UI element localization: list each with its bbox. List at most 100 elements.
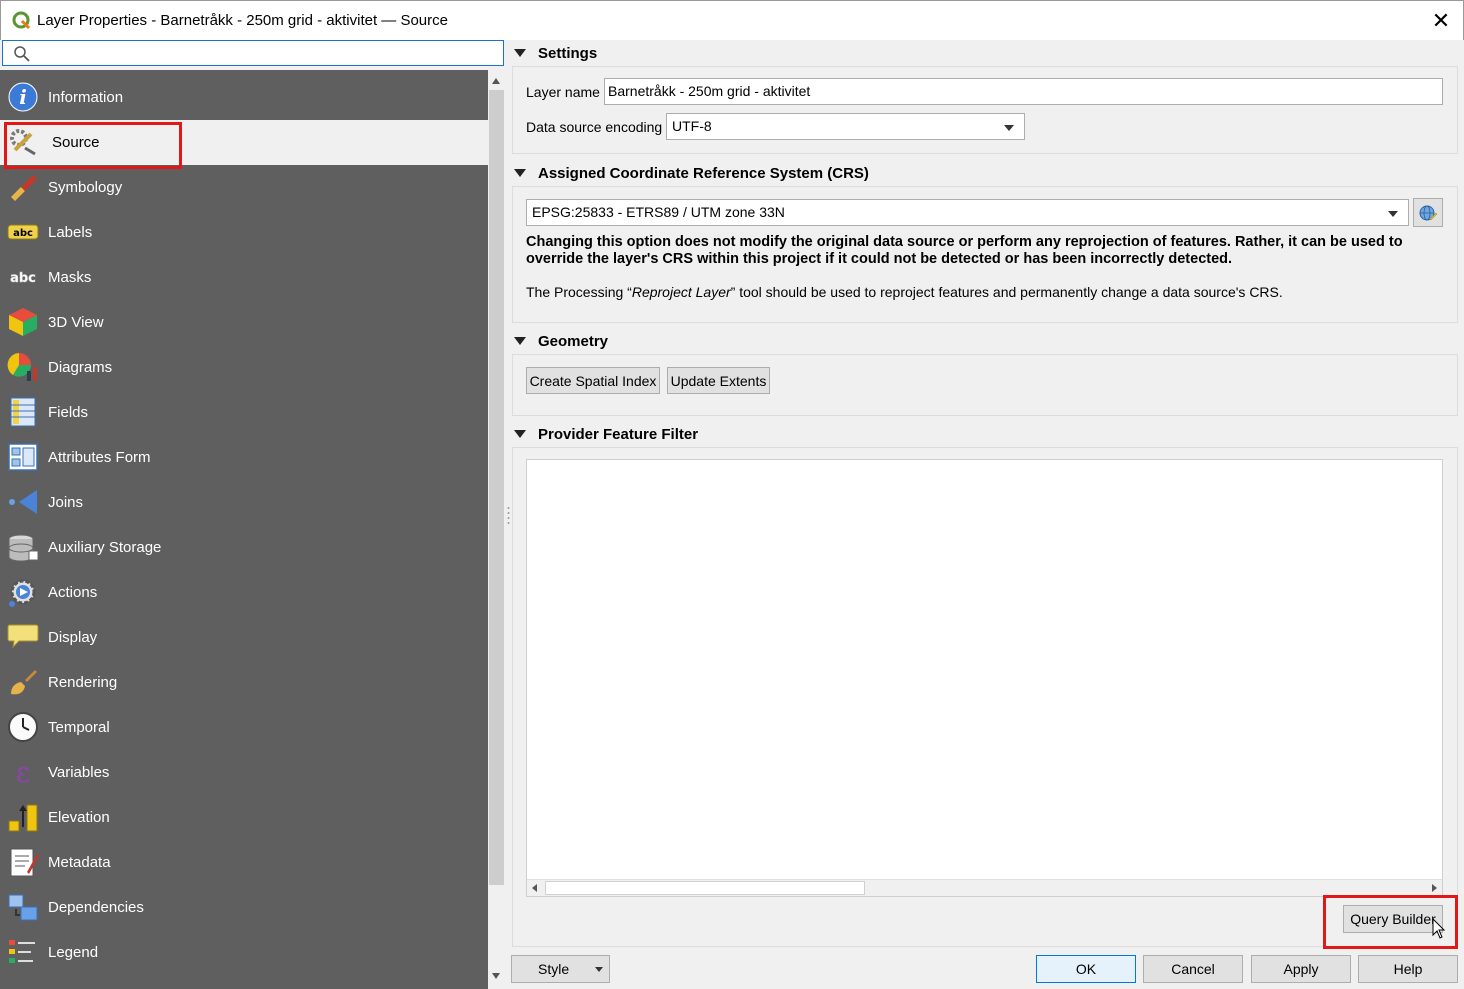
filter-scroll-thumb[interactable] xyxy=(545,881,865,895)
settings-section-header[interactable]: Settings xyxy=(514,42,597,64)
crs-note-italic: Reproject Layer xyxy=(631,284,731,300)
help-button[interactable]: Help xyxy=(1358,955,1458,983)
globe-icon xyxy=(1419,205,1438,220)
query-builder-button[interactable]: Query Builder xyxy=(1343,905,1443,933)
search-icon xyxy=(14,46,30,62)
sidebar-item-temporal[interactable]: Temporal xyxy=(0,705,488,750)
sidebar-item-dependencies[interactable]: Dependencies xyxy=(0,885,488,930)
ok-button[interactable]: OK xyxy=(1036,955,1136,983)
encoding-select[interactable]: UTF-8 xyxy=(666,113,1025,140)
sidebar-item-information[interactable]: i Information xyxy=(0,75,488,120)
actions-gear-icon xyxy=(9,579,36,607)
update-extents-button[interactable]: Update Extents xyxy=(667,367,770,394)
sidebar-item-label: Variables xyxy=(48,764,110,781)
mouse-cursor-icon xyxy=(1432,918,1446,939)
cancel-button[interactable]: Cancel xyxy=(1143,955,1243,983)
collapse-triangle-icon[interactable] xyxy=(514,49,526,57)
svg-text:i: i xyxy=(19,85,27,109)
section-title: Assigned Coordinate Reference System (CR… xyxy=(538,164,869,182)
sidebar-item-masks[interactable]: abc Masks xyxy=(0,255,488,300)
paintbrush-icon xyxy=(11,670,37,695)
sidebar-item-fields[interactable]: Fields xyxy=(0,390,488,435)
sidebar-item-label: Auxiliary Storage xyxy=(48,539,162,556)
sidebar-item-auxiliary-storage[interactable]: Auxiliary Storage xyxy=(0,525,488,570)
crs-selector-button[interactable] xyxy=(1413,198,1443,227)
filter-expression-textarea[interactable] xyxy=(526,459,1443,897)
crs-select[interactable]: EPSG:25833 - ETRS89 / UTM zone 33N xyxy=(526,199,1409,226)
sidebar-item-label: Joins xyxy=(48,494,84,511)
search-input[interactable] xyxy=(35,43,495,63)
sidebar-item-label: Fields xyxy=(48,404,89,421)
qgis-logo-icon xyxy=(12,11,31,30)
sidebar-item-elevation[interactable]: Elevation xyxy=(0,795,488,840)
clock-icon xyxy=(8,712,38,742)
svg-text:ε: ε xyxy=(16,756,31,788)
collapse-triangle-icon[interactable] xyxy=(514,337,526,345)
layer-name-label: Layer name xyxy=(526,84,600,100)
sidebar-item-source[interactable]: Source xyxy=(0,120,488,165)
section-title: Settings xyxy=(538,44,598,62)
sidebar-item-attributes-form[interactable]: Attributes Form xyxy=(0,435,488,480)
scroll-up-icon[interactable] xyxy=(492,78,500,84)
speech-bubble-icon xyxy=(7,624,39,649)
sidebar-item-label: Symbology xyxy=(48,179,123,196)
scroll-down-icon[interactable] xyxy=(492,973,500,979)
scroll-right-icon[interactable] xyxy=(1432,884,1437,892)
sidebar-item-diagrams[interactable]: Diagrams xyxy=(0,345,488,390)
diagrams-icon xyxy=(7,353,37,381)
close-button[interactable]: ✕ xyxy=(1423,7,1459,35)
sidebar-item-variables[interactable]: ε Variables xyxy=(0,750,488,795)
sidebar-item-metadata[interactable]: Metadata xyxy=(0,840,488,885)
crs-warning-text: Changing this option does not modify the… xyxy=(526,234,1403,267)
metadata-icon xyxy=(10,848,39,877)
chevron-down-icon xyxy=(595,967,603,972)
labels-icon: abc xyxy=(7,224,39,240)
sidebar-item-label: Attributes Form xyxy=(48,449,151,466)
section-title: Geometry xyxy=(538,332,609,350)
splitter-handle-icon[interactable] xyxy=(507,505,510,525)
sidebar-item-legend[interactable]: Legend xyxy=(0,930,488,975)
chevron-down-icon xyxy=(1004,125,1014,131)
crs-note-before: The Processing “ xyxy=(526,284,632,300)
source-icon xyxy=(10,129,36,156)
sidebar-item-joins[interactable]: Joins xyxy=(0,480,488,525)
scroll-left-icon[interactable] xyxy=(532,884,537,892)
filter-section-header[interactable]: Provider Feature Filter xyxy=(514,423,698,445)
layer-name-input[interactable]: Barnetråkk - 250m grid - aktivitet xyxy=(604,78,1443,105)
apply-button[interactable]: Apply xyxy=(1251,955,1351,983)
crs-section-header[interactable]: Assigned Coordinate Reference System (CR… xyxy=(514,162,869,184)
sidebar-item-label: Information xyxy=(48,89,124,106)
style-menu-button[interactable]: Style xyxy=(511,955,610,983)
sidebar-item-actions[interactable]: Actions xyxy=(0,570,488,615)
epsilon-icon: ε xyxy=(16,756,31,788)
sidebar-item-rendering[interactable]: Rendering xyxy=(0,660,488,705)
sidebar-scroll-thumb[interactable] xyxy=(489,90,504,885)
geometry-section-header[interactable]: Geometry xyxy=(514,330,608,352)
sidebar-item-label: Masks xyxy=(48,269,92,286)
form-icon xyxy=(8,443,38,471)
joins-icon xyxy=(9,490,37,514)
collapse-triangle-icon[interactable] xyxy=(514,169,526,177)
sidebar-item-symbology[interactable]: Symbology xyxy=(0,165,488,210)
sidebar-item-label: Diagrams xyxy=(48,359,113,376)
legend-icon xyxy=(9,940,35,963)
dependencies-icon xyxy=(8,894,38,921)
sidebar-item-label: Rendering xyxy=(48,674,118,691)
encoding-value: UTF-8 xyxy=(672,118,712,134)
title-bar: Layer Properties - Barnetråkk - 250m gri… xyxy=(0,0,1464,40)
sidebar-item-labels[interactable]: abc Labels xyxy=(0,210,488,255)
search-box[interactable] xyxy=(2,40,504,66)
collapse-triangle-icon[interactable] xyxy=(514,430,526,438)
database-icon xyxy=(8,534,39,562)
sidebar-item-label: Metadata xyxy=(48,854,111,871)
sidebar-item-display[interactable]: Display xyxy=(0,615,488,660)
symbology-icon xyxy=(11,175,37,201)
window-title: Layer Properties - Barnetråkk - 250m gri… xyxy=(37,12,448,29)
fields-icon xyxy=(10,397,36,427)
sidebar-nav: i Information Source Symbology abc Label… xyxy=(0,70,488,989)
sidebar-item-3d-view[interactable]: 3D View xyxy=(0,300,488,345)
chevron-down-icon xyxy=(1388,211,1398,217)
create-spatial-index-button[interactable]: Create Spatial Index xyxy=(526,367,660,394)
svg-text:abc: abc xyxy=(10,271,36,286)
sidebar-item-label: Dependencies xyxy=(48,899,144,916)
